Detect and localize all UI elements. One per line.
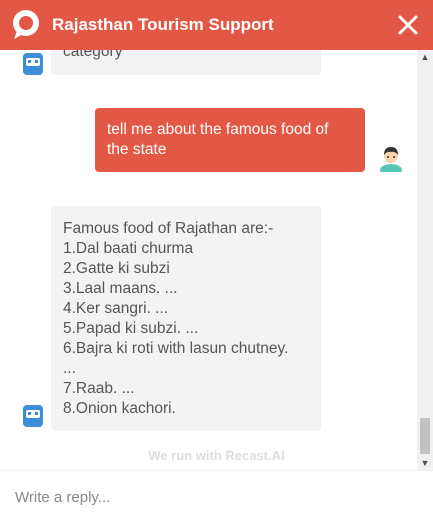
message-line: 2.Gatte ki subzi xyxy=(63,260,170,277)
message-line: 3.Laal maans. ... xyxy=(63,280,178,297)
message-line: 7.Raab. ... xyxy=(63,380,135,397)
message-line: 4.Ker sangri. ... xyxy=(63,300,169,317)
message-list[interactable]: category tell me about the famous food o… xyxy=(0,50,417,470)
scrollbar-thumb[interactable] xyxy=(420,418,430,454)
composer xyxy=(0,470,433,523)
bot-message: Famous food of Rajathan are:- 1.Dal baat… xyxy=(51,206,321,431)
chat-bubble-icon xyxy=(13,10,39,39)
message-text: category xyxy=(63,50,123,60)
chat-header: Rajasthan Tourism Support xyxy=(0,0,433,50)
header-title: Rajasthan Tourism Support xyxy=(52,15,274,34)
message-line: ... xyxy=(63,360,76,377)
bot-avatar-icon xyxy=(23,405,43,427)
message-line: the state xyxy=(107,141,167,158)
bot-avatar-icon xyxy=(23,53,43,75)
scroll-up-icon[interactable]: ▲ xyxy=(417,50,433,64)
message-line: 1.Dal baati churma xyxy=(63,240,194,257)
user-avatar-icon xyxy=(380,147,402,172)
close-icon[interactable] xyxy=(397,14,419,36)
scrollbar[interactable]: ▲ ▼ xyxy=(417,50,433,470)
message-line: 6.Bajra ki roti with lasun chutney. xyxy=(63,340,289,357)
reply-input[interactable] xyxy=(0,471,433,523)
message-line: Famous food of Rajathan are:- xyxy=(63,220,274,237)
message-line: 8.Onion kachori. xyxy=(63,400,176,417)
scroll-down-icon[interactable]: ▼ xyxy=(417,456,433,470)
powered-by-note: We run with Recast.AI xyxy=(148,448,285,463)
user-message: tell me about the famous food of the sta… xyxy=(95,108,365,172)
message-line: tell me about the famous food of xyxy=(107,121,329,138)
bot-message: category xyxy=(51,50,321,75)
message-line: 5.Papad ki subzi. ... xyxy=(63,320,199,337)
